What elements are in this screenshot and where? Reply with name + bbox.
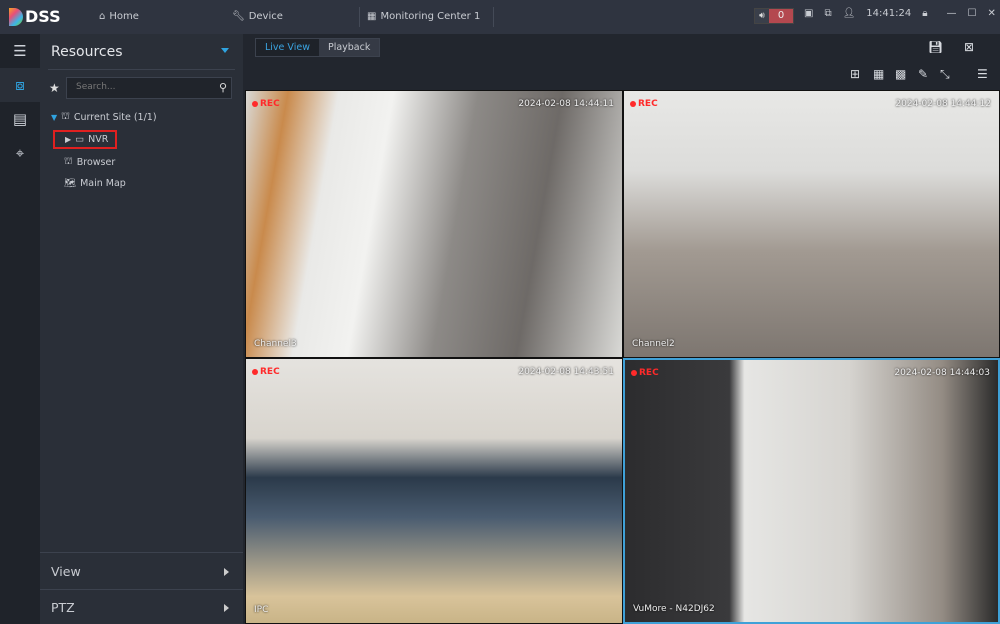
divider [48, 69, 235, 70]
rec-label: REC [638, 99, 658, 109]
video-tile-2[interactable]: REC 2024-02-08 14:44:12 Channel2 [623, 90, 1000, 358]
divider [493, 7, 494, 27]
edit-layout-icon[interactable]: ✎ [918, 67, 928, 81]
nav-monitoring-center[interactable]: ▦ Monitoring Center 1 [367, 11, 480, 22]
grid-icon: ▦ [367, 11, 377, 22]
tab-live-view[interactable]: Live View [256, 39, 319, 56]
video-wall-icon[interactable]: ▤ [0, 102, 40, 136]
video-grid: REC 2024-02-08 14:44:11 Channel3 REC 202… [245, 90, 1000, 624]
timestamp: 2024-02-08 14:43:51 [518, 367, 614, 377]
layout-4-icon[interactable]: ⊞ [850, 67, 860, 81]
ptz-section[interactable]: PTZ [51, 600, 75, 615]
timestamp: 2024-02-08 14:44:11 [518, 99, 614, 109]
tree-label: Browser [76, 156, 116, 168]
tree-label: Current Site (1/1) [73, 111, 157, 123]
rec-indicator: REC [252, 367, 280, 377]
dss-logo: DSS [9, 7, 61, 26]
caret-down-icon[interactable] [221, 48, 229, 53]
search-icon[interactable]: ⚲ [219, 81, 227, 94]
home-icon: ⌂ [99, 11, 106, 22]
tree-current-site[interactable]: ▼ ⛫ Current Site (1/1) [51, 111, 157, 123]
timestamp: 2024-02-08 14:44:12 [895, 99, 991, 109]
channel-label: VuMore - N42DJ62 [633, 604, 715, 614]
speaker-icon: 🔊︎ [755, 9, 769, 23]
alarm-count: 0 [769, 9, 793, 23]
nvr-icon: ▭ [75, 134, 85, 145]
rec-label: REC [639, 368, 659, 378]
menu-icon[interactable]: ☰ [0, 34, 40, 68]
divider [359, 7, 360, 27]
nav-device-label: Device [248, 11, 283, 22]
user-icon[interactable]: 👤︎ [843, 8, 856, 19]
site-icon: ⛫ [64, 156, 73, 167]
search-input[interactable]: Search... ⚲ [66, 77, 232, 99]
close-all-icon[interactable]: ⊠ [964, 40, 974, 54]
lock-icon[interactable]: 🔒︎ [922, 8, 927, 19]
network-icon[interactable]: ⧉ [824, 8, 831, 19]
chevron-right-icon[interactable] [224, 604, 229, 612]
rec-label: REC [260, 367, 280, 377]
site-icon: ⛫ [61, 111, 70, 122]
wrench-icon: 🔧︎ [232, 11, 245, 22]
nav-device[interactable]: 🔧︎ Device [232, 11, 283, 22]
event-icon[interactable]: ▣ [804, 8, 813, 19]
maximize-button[interactable]: ☐ [968, 8, 977, 19]
tree-main-map[interactable]: 🗺︎ Main Map [64, 178, 126, 189]
resources-panel: Resources ★ Search... ⚲ ▼ ⛫ Current Site (1… [40, 34, 243, 624]
map-pin-icon[interactable]: ⌖ [0, 136, 40, 170]
nav-home-label: Home [109, 11, 139, 22]
view-section[interactable]: View [51, 564, 81, 579]
map-icon: 🗺︎ [64, 178, 77, 189]
clock: 14:41:24 [866, 8, 912, 19]
alarm-sound-toggle[interactable]: 🔊︎ 0 [754, 8, 794, 24]
resources-title: Resources [51, 44, 123, 60]
title-bar: DSS ⌂ Home 🔧︎ Device ▦ Monitoring Center 1 … [0, 0, 1000, 34]
rec-label: REC [260, 99, 280, 109]
favorite-star-icon[interactable]: ★ [49, 81, 60, 95]
tab-playback[interactable]: Playback [318, 39, 380, 56]
close-button[interactable]: ✕ [988, 8, 996, 19]
channel-label: Channel3 [254, 339, 297, 349]
list-icon[interactable]: ☰ [977, 67, 988, 81]
layout-16-icon[interactable]: ▩ [895, 67, 906, 81]
tree-nvr[interactable]: ▶ ▭ NVR [53, 130, 118, 149]
chevron-right-icon[interactable] [224, 568, 229, 576]
rec-indicator: REC [631, 368, 659, 378]
timestamp: 2024-02-08 14:44:03 [894, 368, 990, 378]
video-tile-4[interactable]: REC 2024-02-08 14:44:03 VuMore - N42DJ62 [623, 358, 1000, 624]
expand-caret-icon[interactable]: ▼ [51, 113, 57, 122]
layout-9-icon[interactable]: ▦ [873, 67, 884, 81]
channel-label: Channel2 [632, 339, 675, 349]
nav-monitoring-label: Monitoring Center 1 [380, 11, 481, 22]
search-placeholder: Search... [76, 82, 116, 92]
view-tabs: Live View Playback [255, 38, 381, 57]
tree-label: NVR [88, 134, 109, 145]
video-tile-3[interactable]: REC 2024-02-08 14:43:51 IPC [245, 358, 623, 624]
rec-indicator: REC [252, 99, 280, 109]
tree-browser[interactable]: ⛫ Browser [64, 156, 115, 168]
divider [40, 589, 243, 590]
channel-label: IPC [254, 605, 269, 615]
nav-home[interactable]: ⌂ Home [99, 11, 139, 22]
video-tile-1[interactable]: REC 2024-02-08 14:44:11 Channel3 [245, 90, 623, 358]
divider [40, 552, 243, 553]
fullscreen-icon[interactable]: ⤡ [940, 67, 950, 82]
live-view-icon[interactable]: ⧇ [0, 68, 40, 102]
minimize-button[interactable]: — [947, 8, 957, 19]
logo-text: DSS [25, 7, 61, 26]
save-icon[interactable]: 💾︎ [928, 40, 943, 54]
tree-label: Main Map [80, 178, 126, 189]
left-rail: ☰ ⧇ ▤ ⌖ [0, 34, 40, 624]
rec-indicator: REC [630, 99, 658, 109]
expand-arrow-icon[interactable]: ▶ [65, 135, 71, 144]
